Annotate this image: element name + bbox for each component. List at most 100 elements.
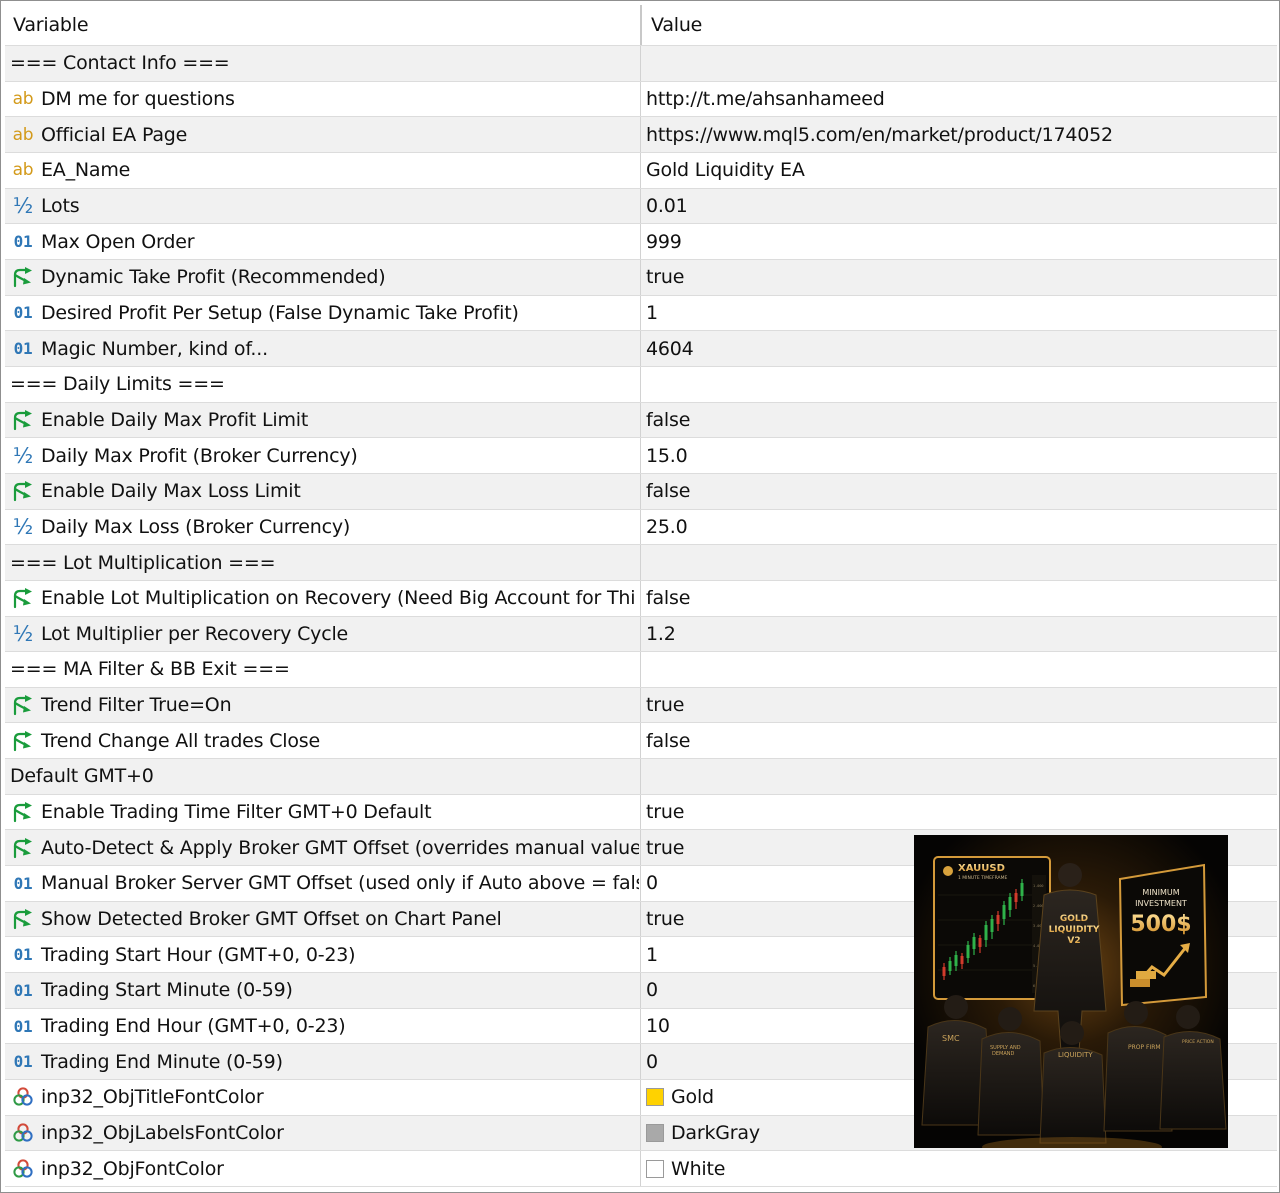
section-title[interactable]: === Contact Info === [5, 46, 639, 81]
double-icon: ½ [12, 621, 34, 646]
parameter-value[interactable]: 1.2 [640, 616, 1277, 652]
value-text: true [646, 266, 685, 289]
parameter-row[interactable]: Dynamic Take Profit (Recommended) true [5, 259, 1277, 296]
parameter-row[interactable]: Trend Change All trades Close false [5, 723, 1277, 760]
parameter-name[interactable]: Trend Change All trades Close [5, 723, 639, 758]
variable-label: === Contact Info === [10, 52, 230, 75]
parameter-row[interactable]: Enable Daily Max Profit Limit false [5, 402, 1277, 439]
section-title[interactable]: === MA Filter & BB Exit === [5, 652, 639, 687]
parameter-value[interactable]: true [640, 687, 1277, 723]
parameter-row[interactable]: Trend Filter True=On true [5, 687, 1277, 724]
parameter-value[interactable]: http://t.me/ahsanhameed [640, 81, 1277, 117]
value-text: 0 [646, 872, 658, 895]
parameter-value[interactable]: 999 [640, 224, 1277, 259]
parameter-name[interactable]: Auto-Detect & Apply Broker GMT Offset (o… [5, 830, 639, 865]
parameter-name[interactable]: Dynamic Take Profit (Recommended) [5, 260, 639, 295]
section-row[interactable]: === MA Filter & BB Exit === [5, 652, 1277, 688]
parameter-row[interactable]: ab DM me for questions http://t.me/ahsanha… [5, 81, 1277, 118]
parameter-row[interactable]: 01 Magic Number, kind of... 4604 [5, 331, 1277, 367]
color-swatch[interactable] [646, 1124, 664, 1143]
parameter-name[interactable]: ½ Daily Max Profit (Broker Currency) [5, 438, 639, 473]
variable-label: Enable Lot Multiplication on Recovery (N… [41, 587, 636, 610]
parameter-row[interactable]: ½ Lots 0.01 [5, 188, 1277, 225]
parameter-name[interactable]: Enable Trading Time Filter GMT+0 Default [5, 795, 639, 830]
section-title[interactable]: Default GMT+0 [5, 759, 639, 794]
parameter-row[interactable]: inp32_ObjFontColor White [5, 1151, 1277, 1187]
color-icon [10, 1122, 36, 1144]
variable-label: Enable Trading Time Filter GMT+0 Default [41, 801, 432, 824]
parameter-name[interactable]: ½ Daily Max Loss (Broker Currency) [5, 510, 639, 545]
parameter-value[interactable]: https://www.mql5.com/en/market/product/1… [640, 117, 1277, 152]
parameter-name[interactable]: Enable Daily Max Profit Limit [5, 403, 639, 438]
parameter-name[interactable]: inp32_ObjFontColor [5, 1151, 639, 1186]
color-swatch[interactable] [646, 1088, 664, 1107]
section-row[interactable]: === Contact Info === [5, 46, 1277, 82]
parameter-value[interactable]: false [640, 473, 1277, 509]
parameter-value[interactable]: 1 [640, 295, 1277, 331]
parameter-name[interactable]: ab DM me for questions [5, 82, 639, 117]
parameter-value[interactable]: true [640, 794, 1277, 830]
parameter-row[interactable]: ab Official EA Page https://www.mql5.com/e… [5, 117, 1277, 153]
parameter-value[interactable]: false [640, 402, 1277, 438]
section-row[interactable]: === Daily Limits === [5, 366, 1277, 403]
parameter-value[interactable]: false [640, 580, 1277, 616]
parameter-name[interactable]: inp32_ObjTitleFontColor [5, 1080, 639, 1115]
parameter-value[interactable]: 15.0 [640, 438, 1277, 473]
double-icon: ½ [12, 193, 34, 218]
parameter-name[interactable]: ½ Lots [5, 189, 639, 224]
bool-icon [10, 908, 36, 930]
promo-tag-liquidity: LIQUIDITY [1058, 1051, 1093, 1059]
integer-icon: 01 [13, 980, 33, 1000]
promo-tag-supply-line2: DEMAND [992, 1051, 1014, 1057]
parameter-name[interactable]: 01 Magic Number, kind of... [5, 331, 639, 366]
parameter-value[interactable]: White [640, 1151, 1277, 1186]
parameter-value[interactable]: 4604 [640, 331, 1277, 366]
parameter-row[interactable]: ½ Daily Max Loss (Broker Currency) 25.0 [5, 509, 1277, 546]
svg-text:2.000: 2.000 [1033, 904, 1044, 908]
parameter-name[interactable]: 01 Manual Broker Server GMT Offset (used … [5, 866, 639, 901]
parameter-name[interactable]: 01 Trading Start Hour (GMT+0, 0-23) [5, 937, 639, 972]
parameter-name[interactable]: 01 Trading Start Minute (0-59) [5, 973, 639, 1008]
parameter-value[interactable]: true [640, 259, 1277, 295]
parameter-row[interactable]: Enable Trading Time Filter GMT+0 Default… [5, 794, 1277, 831]
parameter-row[interactable]: ½ Daily Max Profit (Broker Currency) 15.0 [5, 438, 1277, 474]
parameter-name[interactable]: 01 Trading End Hour (GMT+0, 0-23) [5, 1009, 639, 1044]
table-header: Variable Value [5, 5, 1277, 46]
section-row[interactable]: === Lot Multiplication === [5, 545, 1277, 581]
integer-icon: 01 [13, 1016, 33, 1036]
parameter-name[interactable]: ab Official EA Page [5, 117, 639, 152]
section-title[interactable]: === Lot Multiplication === [5, 545, 639, 580]
parameter-name[interactable]: 01 Trading End Minute (0-59) [5, 1044, 639, 1079]
parameter-name[interactable]: Enable Daily Max Loss Limit [5, 474, 639, 509]
parameter-name[interactable]: Trend Filter True=On [5, 688, 639, 723]
column-header-value[interactable]: Value [640, 5, 1277, 45]
parameter-value[interactable]: false [640, 723, 1277, 759]
parameter-name[interactable]: 01 Desired Profit Per Setup (False Dynami… [5, 296, 639, 331]
value-text: 1 [646, 943, 658, 966]
parameter-row[interactable]: Enable Lot Multiplication on Recovery (N… [5, 580, 1277, 617]
parameter-row[interactable]: ½ Lot Multiplier per Recovery Cycle 1.2 [5, 616, 1277, 653]
parameter-row[interactable]: 01 Max Open Order 999 [5, 224, 1277, 260]
column-header-variable[interactable]: Variable [5, 5, 639, 45]
color-swatch[interactable] [646, 1159, 664, 1178]
parameter-row[interactable]: ab EA_Name Gold Liquidity EA [5, 152, 1277, 189]
parameter-row[interactable]: 01 Desired Profit Per Setup (False Dynami… [5, 295, 1277, 332]
variable-label: inp32_ObjFontColor [41, 1157, 224, 1180]
parameter-value[interactable]: 25.0 [640, 509, 1277, 545]
variable-label: Enable Daily Max Profit Limit [41, 408, 309, 431]
parameter-name[interactable]: ab EA_Name [5, 153, 639, 188]
string-icon: ab [12, 88, 34, 109]
parameter-name[interactable]: Enable Lot Multiplication on Recovery (N… [5, 581, 639, 616]
parameter-name[interactable]: inp32_ObjLabelsFontColor [5, 1116, 639, 1151]
parameter-name[interactable]: Show Detected Broker GMT Offset on Chart… [5, 902, 639, 937]
integer-icon: 01 [13, 232, 33, 252]
parameter-value[interactable]: Gold Liquidity EA [640, 152, 1277, 188]
parameter-name[interactable]: 01 Max Open Order [5, 224, 639, 259]
section-row[interactable]: Default GMT+0 [5, 759, 1277, 795]
variable-label: Trading Start Hour (GMT+0, 0-23) [41, 943, 356, 966]
bool-icon [10, 730, 36, 752]
parameter-row[interactable]: Enable Daily Max Loss Limit false [5, 473, 1277, 510]
parameter-value[interactable]: 0.01 [640, 188, 1277, 224]
parameter-name[interactable]: ½ Lot Multiplier per Recovery Cycle [5, 617, 639, 652]
section-title[interactable]: === Daily Limits === [5, 367, 639, 402]
